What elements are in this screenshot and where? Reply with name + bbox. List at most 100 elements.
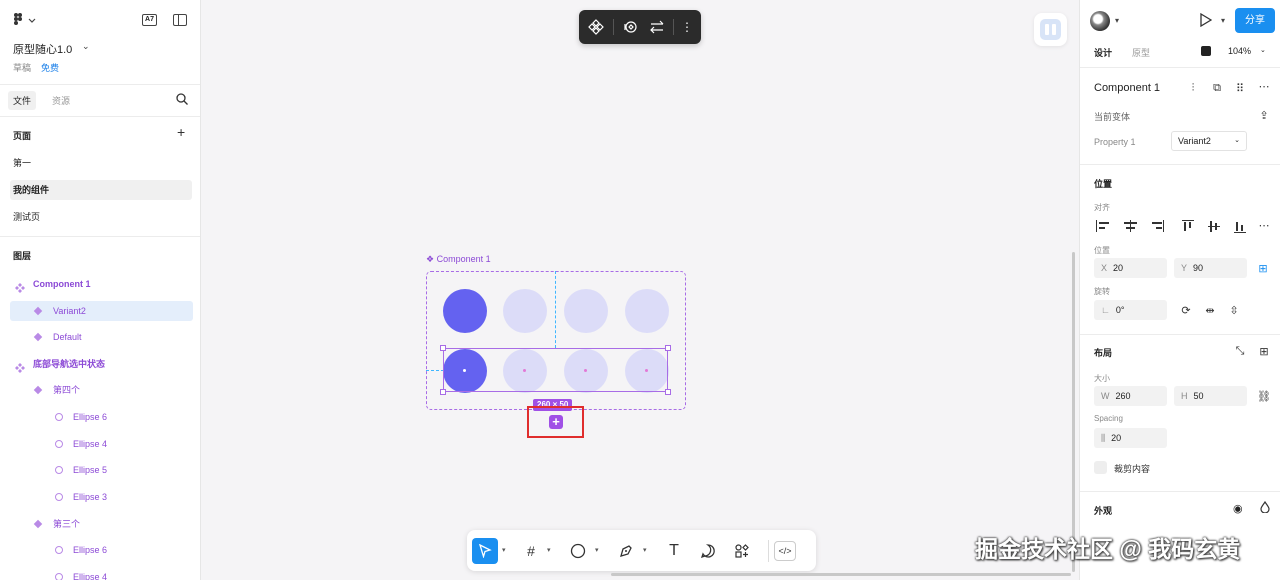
layer-item[interactable]: 第三个 [10, 514, 193, 534]
tab-prototype[interactable]: 原型 [1132, 46, 1150, 59]
width-input[interactable]: W 260 [1094, 386, 1167, 406]
selection-box[interactable] [443, 348, 668, 392]
flip-horizontal-icon[interactable]: ⇹ [1203, 304, 1217, 317]
plugin-icon[interactable] [1034, 13, 1067, 46]
frame-label[interactable]: ❖ Component 1 [426, 254, 491, 265]
grid-icon[interactable]: ⠿ [1233, 82, 1247, 95]
chevron-down-icon[interactable]: ▾ [502, 546, 506, 554]
x-input[interactable]: X 20 [1094, 258, 1167, 278]
layer-item[interactable]: Ellipse 4 [10, 567, 193, 580]
resize-handle[interactable] [665, 345, 671, 351]
chevron-down-icon[interactable]: ▾ [643, 546, 647, 554]
layer-item[interactable]: Ellipse 4 [10, 434, 193, 454]
ellipse-icon [55, 573, 63, 580]
y-input[interactable]: Y 90 [1174, 258, 1247, 278]
layer-item[interactable]: Component 1 [10, 274, 193, 294]
ellipse[interactable] [503, 289, 547, 333]
height-input[interactable]: H 50 [1174, 386, 1247, 406]
collapse-icon[interactable]: ⤡ [1233, 345, 1247, 358]
component-name[interactable]: Component 1 [1094, 82, 1160, 94]
align-left-icon[interactable] [1094, 218, 1116, 236]
plan-badge[interactable]: 免费 [41, 61, 59, 74]
search-icon[interactable] [176, 93, 188, 105]
component-icon [33, 519, 43, 529]
canvas[interactable]: ⋮ ❖ Component 1 260 × 50 + ▾ # ▾ ▾ ▾ T <… [201, 0, 1079, 580]
layer-item[interactable]: Ellipse 5 [10, 460, 193, 480]
more-vertical-icon[interactable]: ⋮ [678, 18, 696, 36]
layer-item[interactable]: 底部导航选中状态 [10, 354, 193, 374]
swap-instance-icon[interactable] [621, 18, 639, 36]
property-select[interactable]: Variant2 ⌄ [1171, 131, 1247, 151]
align-center-h-icon[interactable] [1120, 218, 1142, 236]
theme-swatch-icon[interactable] [1201, 46, 1211, 56]
page-item[interactable]: 测试页 [10, 207, 192, 227]
ellipse-icon [55, 440, 63, 448]
more-horizontal-icon[interactable]: ⋯ [1257, 219, 1271, 232]
chevron-down-icon[interactable]: ▾ [1115, 16, 1119, 25]
arrows-swap-icon[interactable] [648, 18, 666, 36]
rotation-input[interactable]: ∟ 0° [1094, 300, 1167, 320]
horizontal-scrollbar[interactable] [611, 573, 1071, 576]
chevron-down-icon[interactable]: ⌄ [82, 41, 90, 52]
frame-tool-icon[interactable]: # [520, 538, 542, 564]
eye-icon[interactable]: ◉ [1233, 502, 1243, 515]
resize-handle[interactable] [440, 389, 446, 395]
ellipse-icon [55, 493, 63, 501]
text-tool-icon[interactable]: T [663, 538, 685, 564]
ellipse[interactable] [564, 289, 608, 333]
align-right-icon[interactable] [1146, 218, 1168, 236]
chevron-down-icon[interactable]: ▾ [595, 546, 599, 554]
page-item[interactable]: 第一 [10, 153, 192, 173]
move-tool-icon[interactable] [472, 538, 498, 564]
layer-item[interactable]: Ellipse 3 [10, 487, 193, 507]
project-status: 草稿 [13, 63, 32, 73]
rotate-icon[interactable]: ⟳ [1179, 304, 1193, 317]
figma-logo-icon[interactable] [12, 12, 38, 28]
add-page-icon[interactable]: + [177, 125, 185, 139]
layer-item[interactable]: Variant2 [10, 301, 193, 321]
ellipse[interactable] [443, 289, 487, 333]
link-proportions-icon[interactable]: ⛓ [1257, 390, 1271, 403]
avatar[interactable] [1090, 11, 1110, 31]
adjust-icon[interactable]: ⫶ [1186, 82, 1200, 95]
vertical-scrollbar[interactable] [1072, 252, 1075, 572]
component-icon[interactable] [587, 18, 605, 36]
publish-icon[interactable]: ⇪ [1257, 109, 1271, 122]
comment-icon[interactable] [697, 538, 719, 564]
spacing-input[interactable]: ⫼ 20 [1094, 428, 1167, 448]
assets-icon[interactable] [731, 538, 753, 564]
dev-mode-icon[interactable]: </> [774, 541, 796, 561]
align-bottom-icon[interactable] [1230, 218, 1252, 236]
font-badge-icon[interactable]: A7 [142, 14, 157, 26]
tab-assets[interactable]: 资源 [52, 94, 70, 107]
flip-vertical-icon[interactable]: ⇳ [1227, 304, 1241, 317]
share-button[interactable]: 分享 [1235, 8, 1275, 33]
toggle-sidebar-icon[interactable] [173, 14, 187, 26]
tab-file[interactable]: 文件 [8, 91, 37, 110]
align-top-icon[interactable] [1178, 218, 1200, 236]
page-item[interactable]: 我的组件 [10, 180, 192, 200]
pen-tool-icon[interactable] [615, 538, 637, 564]
project-title[interactable]: 原型随心1.0 [13, 41, 72, 57]
play-icon[interactable] [1200, 12, 1213, 30]
clip-content-checkbox[interactable] [1094, 461, 1107, 474]
ellipse[interactable] [625, 289, 669, 333]
chevron-down-icon[interactable]: ▾ [547, 546, 551, 554]
layer-item[interactable]: Ellipse 6 [10, 540, 193, 560]
chevron-down-icon[interactable]: ▾ [1221, 16, 1225, 25]
resize-handle[interactable] [440, 345, 446, 351]
detach-instance-icon[interactable]: ⧉ [1210, 82, 1224, 95]
resize-handle[interactable] [665, 389, 671, 395]
tab-design[interactable]: 设计 [1094, 46, 1112, 59]
layer-item[interactable]: Default [10, 327, 193, 347]
auto-layout-icon[interactable]: ⊞ [1257, 345, 1271, 358]
opacity-drop-icon[interactable] [1260, 500, 1270, 516]
layer-item[interactable]: 第四个 [10, 380, 193, 400]
ellipse-tool-icon[interactable] [567, 538, 589, 564]
zoom-level[interactable]: 104% [1228, 46, 1251, 56]
chevron-down-icon[interactable]: ⌄ [1260, 46, 1266, 54]
constraints-icon[interactable]: ⊞ [1256, 262, 1270, 275]
layer-item[interactable]: Ellipse 6 [10, 407, 193, 427]
more-horizontal-icon[interactable]: ⋯ [1257, 80, 1271, 93]
align-center-v-icon[interactable] [1204, 218, 1226, 236]
